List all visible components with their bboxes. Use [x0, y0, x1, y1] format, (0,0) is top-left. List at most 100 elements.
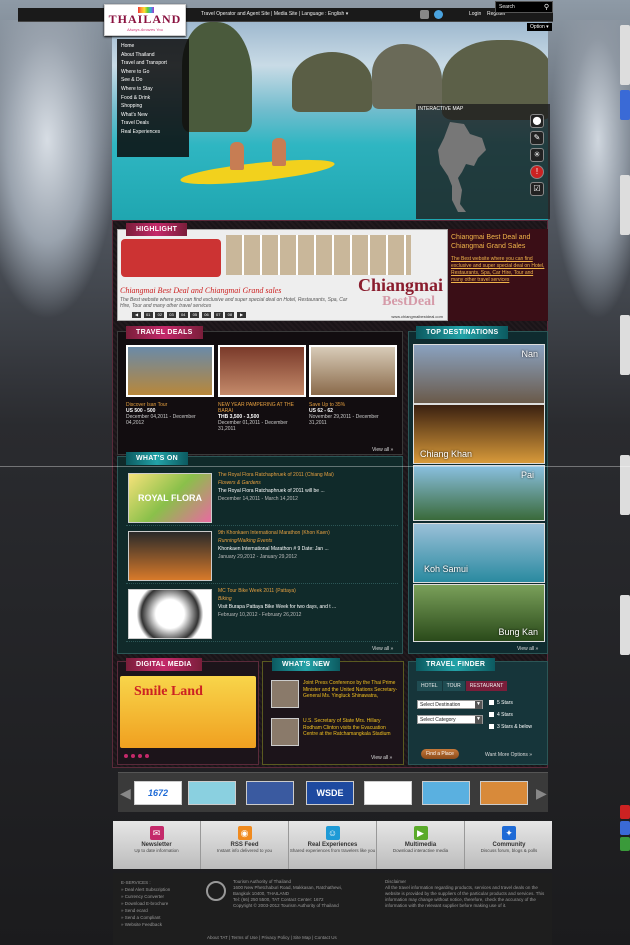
event-image[interactable]	[128, 531, 212, 581]
deal-title[interactable]: NEW YEAR PAMPERING AT THE BARAI	[218, 402, 306, 414]
person-icon[interactable]: ☺	[325, 826, 340, 840]
community-icon[interactable]: ✦	[502, 826, 516, 840]
destination-select[interactable]: Select Destination ▼	[417, 700, 483, 709]
pager-dot[interactable]: 04	[178, 312, 188, 318]
widget[interactable]	[620, 595, 630, 655]
pager-dot[interactable]: 08	[225, 312, 235, 318]
eservice-link[interactable]: » Send ecard	[121, 907, 170, 914]
menu-item[interactable]: About Thailand	[121, 51, 185, 60]
find-place-button[interactable]: Find a Place	[421, 749, 459, 759]
search-input[interactable]: Search ⚲	[495, 1, 553, 13]
footer-links[interactable]: About TAT | Terms of Use | Privacy Polic…	[207, 935, 337, 940]
option-dropdown[interactable]: Option ▾	[527, 23, 552, 31]
destination-pai[interactable]: Pai	[413, 465, 545, 521]
feature-real-experiences[interactable]: ☺ Real Experiences Shared experiences fr…	[289, 821, 377, 869]
menu-item[interactable]: See & Do	[121, 76, 185, 85]
top-destinations-view-all[interactable]: View all »	[517, 646, 538, 652]
event-title[interactable]: The Royal Flora Ratchaphruek of 2011 (Ch…	[218, 472, 334, 478]
deal-card[interactable]: Discover Isan Tour US 500 - 500 December…	[126, 345, 214, 426]
pager-dot[interactable]: 06	[202, 312, 212, 318]
sun-icon[interactable]: ✳	[530, 148, 544, 162]
feature-rss[interactable]: ◉ RSS Feed Instant info delivered to you	[201, 821, 289, 869]
news-image[interactable]	[271, 718, 299, 746]
widget[interactable]	[620, 175, 630, 235]
travel-deals-view-all[interactable]: View all »	[372, 447, 393, 453]
menu-item[interactable]: Home	[121, 42, 185, 51]
category-select[interactable]: Select Category ▼	[417, 715, 483, 724]
eservice-link[interactable]: » Currency Converter	[121, 893, 170, 900]
partner-logo[interactable]	[422, 781, 470, 805]
news-text[interactable]: Joint Press Conference by the Thai Prime…	[303, 680, 399, 700]
partner-logo[interactable]	[364, 781, 412, 805]
pager-prev-icon[interactable]: ◀	[132, 312, 141, 318]
highlight-url[interactable]: www.chiangmaibestdeal.com	[391, 314, 443, 319]
destination-nan[interactable]: Nan	[413, 344, 545, 404]
eservice-link[interactable]: » Website Feedback	[121, 921, 170, 928]
partner-logo[interactable]	[246, 781, 294, 805]
menu-item[interactable]: Where to Go	[121, 68, 185, 77]
menu-item[interactable]: Real Experiences	[121, 128, 185, 137]
whats-on-view-all[interactable]: View all »	[372, 646, 393, 652]
destination-koh-samui[interactable]: Koh Samui	[413, 523, 545, 583]
pager-dot[interactable]	[145, 754, 149, 758]
twitter-icon[interactable]	[434, 10, 443, 19]
thailand-logo[interactable]: THAILAND Always Amazes You	[104, 4, 186, 36]
carousel-next-icon[interactable]: ▶	[536, 779, 547, 807]
whats-new-view-all[interactable]: View all »	[371, 755, 392, 761]
news-text[interactable]: U.S. Secretary of State Mrs. Hillary Rod…	[303, 718, 399, 738]
tab-hotel[interactable]: HOTEL	[417, 681, 442, 691]
info-icon[interactable]: !	[530, 165, 544, 179]
checkbox-box[interactable]	[489, 724, 494, 730]
pager-dot[interactable]	[131, 754, 135, 758]
deal-image[interactable]	[126, 345, 214, 397]
highlight-side-title[interactable]: Chiangmai Best Deal and Chiangmai Grand …	[451, 233, 545, 251]
top-links[interactable]: Travel Operator and Agent Site | Media S…	[201, 11, 348, 17]
login-link[interactable]: Login	[469, 11, 481, 17]
pager-dot[interactable]: 03	[167, 312, 177, 318]
pager-dot[interactable]: 07	[213, 312, 223, 318]
event-row[interactable]: 9th Khonkaen International Marathon (Kho…	[126, 526, 398, 584]
widget[interactable]	[620, 25, 630, 85]
deal-image[interactable]	[309, 345, 397, 397]
eservice-link[interactable]: » Deal Alert Subscription	[121, 886, 170, 893]
widget[interactable]	[620, 90, 630, 120]
highlight-side-text[interactable]: The Best website where you can find excl…	[451, 256, 545, 284]
widget[interactable]	[620, 455, 630, 515]
partner-logo[interactable]	[480, 781, 528, 805]
checkbox-box[interactable]	[489, 712, 494, 718]
menu-item[interactable]: What's New	[121, 111, 185, 120]
digital-media-image[interactable]: Smile Land	[120, 676, 256, 748]
widget[interactable]	[620, 805, 630, 819]
event-image[interactable]: ROYAL FLORA	[128, 473, 212, 523]
search-icon[interactable]: ⚲	[544, 3, 549, 11]
tab-restaurant[interactable]: RESTAURANT	[465, 681, 508, 691]
widget[interactable]	[620, 821, 630, 835]
deal-card[interactable]: Save Up to 35% US 62 - 62 November 29,20…	[309, 345, 397, 426]
menu-item[interactable]: Where to Stay	[121, 85, 185, 94]
pen-icon[interactable]: ✎	[530, 131, 544, 145]
thailand-map[interactable]	[430, 120, 490, 215]
pager-next-icon[interactable]: ▶	[237, 312, 247, 318]
facebook-icon[interactable]	[420, 10, 429, 19]
deal-card[interactable]: NEW YEAR PAMPERING AT THE BARAI THB 3,50…	[218, 345, 306, 432]
rss-icon[interactable]: ◉	[237, 826, 252, 840]
destination-bung-kan[interactable]: Bung Kan	[413, 584, 545, 642]
pager-dot[interactable]: 01	[143, 312, 153, 318]
pager-dot[interactable]	[138, 754, 142, 758]
menu-item[interactable]: Food & Drink	[121, 94, 185, 103]
more-options-link[interactable]: Want More Options »	[485, 752, 532, 758]
tab-tour[interactable]: TOUR	[442, 681, 465, 691]
deal-image[interactable]	[218, 345, 306, 397]
event-row[interactable]: ROYAL FLORA The Royal Flora Ratchaphruek…	[126, 468, 398, 526]
event-title[interactable]: MC Tour Bike Week 2011 (Pattaya)	[218, 588, 296, 594]
interactive-map[interactable]: INTERACTIVE MAP ⬤ ✎ ✳ ! ☑	[416, 104, 550, 219]
pager-dot[interactable]: 05	[190, 312, 200, 318]
event-title[interactable]: 9th Khonkaen International Marathon (Kho…	[218, 530, 330, 536]
partner-logo[interactable]	[188, 781, 236, 805]
location-pin-icon[interactable]: ⬤	[530, 114, 544, 128]
feature-newsletter[interactable]: ✉ Newsletter Up to date information	[113, 821, 201, 869]
stars-4-checkbox[interactable]: 4 Stars	[489, 712, 513, 718]
carousel-prev-icon[interactable]: ◀	[120, 779, 131, 807]
feature-community[interactable]: ✦ Community Discuss forum, blogs & polls	[465, 821, 553, 869]
stars-5-checkbox[interactable]: 5 Stars	[489, 700, 513, 706]
